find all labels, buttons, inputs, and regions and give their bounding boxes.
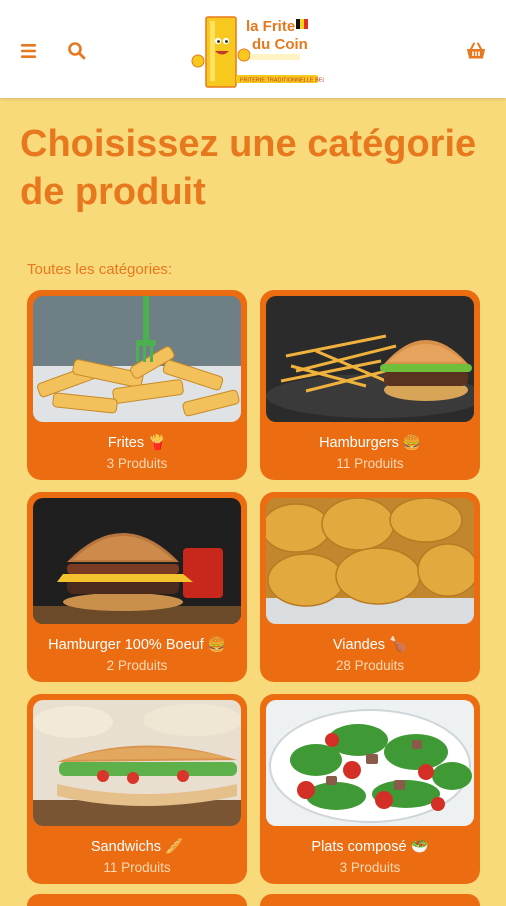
category-card-frites[interactable]: Frites 🍟 3 Produits [27, 290, 247, 480]
category-card-partial[interactable] [260, 894, 480, 906]
app-header: la Frite du Coin FRITERIE TRADITIONNELLE… [0, 0, 506, 98]
category-card-partial[interactable] [27, 894, 247, 906]
page-title: Choisissez une catégorie de produit [20, 123, 477, 213]
section-label: Toutes les catégories: [27, 261, 173, 278]
category-count: 11 Produits [336, 456, 404, 471]
brand-logo[interactable]: la Frite du Coin FRITERIE TRADITIONNELLE… [188, 13, 334, 93]
category-card-viandes[interactable]: Viandes 🍗 28 Produits [260, 492, 480, 682]
category-card-hamburger-boeuf[interactable]: Hamburger 100% Boeuf 🍔 2 Produits [27, 492, 247, 682]
category-image-hamburger-boeuf [33, 498, 241, 624]
category-card-hamburgers[interactable]: Hamburgers 🍔 11 Produits [260, 290, 480, 480]
category-image-frites [33, 296, 241, 422]
category-count: 3 Produits [339, 860, 401, 875]
category-name: Plats composé 🥗 [311, 839, 429, 855]
category-card-plats-compose[interactable]: Plats composé 🥗 3 Produits [260, 694, 480, 884]
category-image-sandwichs [33, 700, 241, 826]
svg-text:du Coin: du Coin [252, 36, 308, 53]
category-card-sandwichs[interactable]: Sandwichs 🥖 11 Produits [27, 694, 247, 884]
hamburger-menu-icon[interactable] [19, 40, 41, 62]
category-count: 3 Produits [106, 456, 168, 471]
category-name: Viandes 🍗 [332, 637, 408, 653]
category-count: 2 Produits [106, 658, 168, 673]
category-count: 11 Produits [103, 860, 171, 875]
category-name: Hamburger 100% Boeuf 🍔 [48, 637, 226, 653]
category-name: Hamburgers 🍔 [319, 435, 421, 451]
search-icon[interactable] [66, 40, 88, 62]
category-count: 28 Produits [335, 658, 405, 673]
svg-text:la Frite: la Frite [246, 18, 295, 35]
category-name: Sandwichs 🥖 [90, 839, 184, 855]
category-name: Frites 🍟 [107, 435, 167, 451]
basket-icon[interactable] [465, 40, 487, 62]
category-image-hamburgers [266, 296, 474, 422]
category-image-plats-compose [266, 700, 474, 826]
svg-text:FRITERIE TRADITIONNELLE BELGE: FRITERIE TRADITIONNELLE BELGE [240, 78, 324, 84]
category-image-viandes [266, 498, 474, 624]
